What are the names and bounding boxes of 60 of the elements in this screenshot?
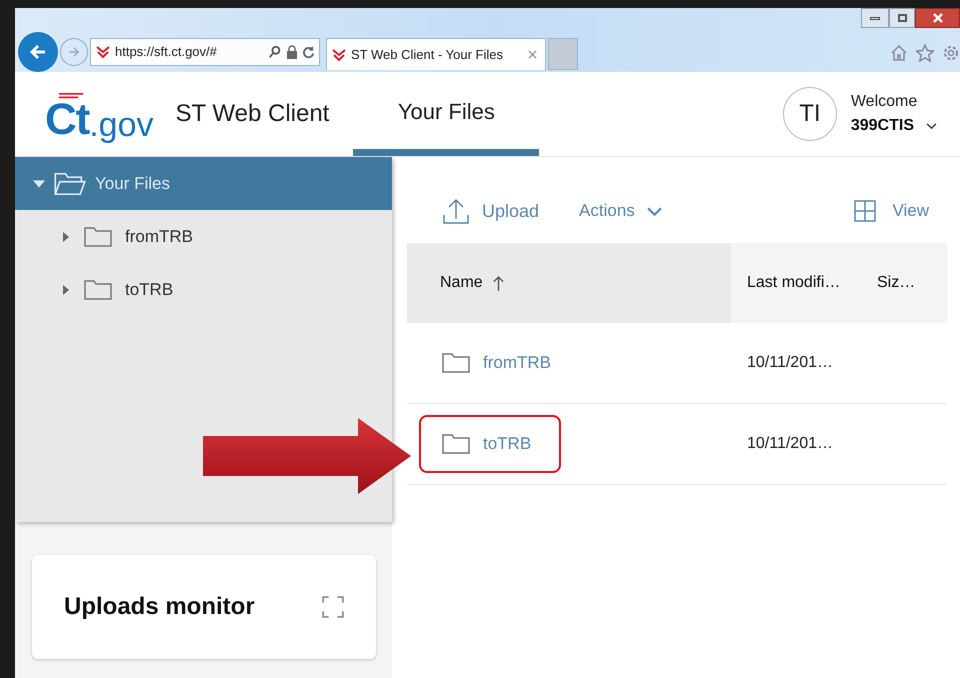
close-button[interactable] — [915, 8, 960, 28]
caret-icon — [61, 284, 71, 296]
file-name: toTRB — [483, 433, 532, 456]
tree-item[interactable]: fromTRB — [15, 210, 392, 263]
browser-tab[interactable]: ST Web Client - Your Files — [326, 38, 546, 70]
modified-date: 10/11/201… — [746, 434, 833, 454]
modified-date: 10/11/201… — [746, 353, 833, 373]
lock-icon — [286, 45, 298, 59]
uploads-monitor-title: Uploads monitor — [64, 592, 255, 622]
settings-icon[interactable] — [942, 44, 960, 62]
site-logo-icon — [331, 46, 347, 62]
column-header[interactable]: Last modifi… — [731, 243, 871, 323]
site-logo-icon — [95, 44, 111, 60]
tree-label: Your Files — [95, 172, 170, 195]
welcome-text: Welcome — [850, 92, 918, 112]
tree-item[interactable]: Your Files — [15, 157, 392, 210]
view-button[interactable]: View — [854, 198, 929, 224]
tree-label: fromTRB — [125, 226, 193, 248]
close-icon — [932, 13, 942, 23]
folder-icon — [441, 432, 471, 456]
actions-menu[interactable]: Actions — [579, 198, 662, 224]
refresh-icon[interactable] — [302, 46, 315, 58]
upload-icon — [442, 197, 470, 225]
back-button[interactable] — [18, 32, 58, 72]
user-avatar[interactable]: TI — [782, 87, 837, 141]
caret-icon — [61, 230, 71, 242]
search-icon[interactable] — [268, 45, 282, 59]
file-row[interactable]: fromTRB 10/11/201… — [407, 323, 947, 404]
tab-title: ST Web Client - Your Files — [351, 46, 503, 64]
upload-button[interactable]: Upload — [442, 197, 540, 225]
address-bar[interactable]: https://sft.ct.gov/# — [90, 38, 320, 66]
tree-label: toTRB — [125, 278, 174, 301]
folder-icon — [441, 351, 471, 375]
grid-icon — [854, 200, 876, 222]
minimize-button[interactable] — [861, 8, 889, 28]
ct-gov-logo[interactable]: Ct.gov — [45, 72, 154, 156]
url-text: https://sft.ct.gov/# — [115, 43, 217, 62]
home-icon[interactable] — [890, 44, 908, 62]
user-menu[interactable]: 399CTIS — [850, 114, 937, 138]
column-header[interactable]: Name — [407, 243, 731, 323]
forward-arrow-icon — [67, 45, 81, 59]
folder-icon — [83, 224, 113, 248]
star-icon[interactable] — [916, 44, 934, 62]
tree-item[interactable]: toTRB — [15, 263, 392, 316]
folder-icon — [83, 278, 113, 302]
file-row[interactable]: toTRB 10/11/201… — [407, 404, 947, 485]
close-tab-icon[interactable] — [528, 50, 537, 59]
back-arrow-icon — [28, 42, 48, 62]
column-header[interactable]: Siz… — [871, 243, 947, 323]
maximize-button[interactable] — [889, 8, 915, 28]
file-name: fromTRB — [483, 352, 551, 374]
expand-icon[interactable] — [322, 596, 344, 618]
chevron-down-icon — [926, 122, 937, 130]
file-name-cell[interactable]: fromTRB — [419, 334, 581, 392]
app-title: ST Web Client — [176, 99, 330, 129]
forward-button[interactable] — [60, 38, 88, 66]
sort-arrow-icon — [492, 274, 504, 292]
file-name-cell[interactable]: toTRB — [419, 415, 562, 473]
chevron-down-icon — [646, 206, 662, 216]
caret-icon — [33, 178, 45, 190]
